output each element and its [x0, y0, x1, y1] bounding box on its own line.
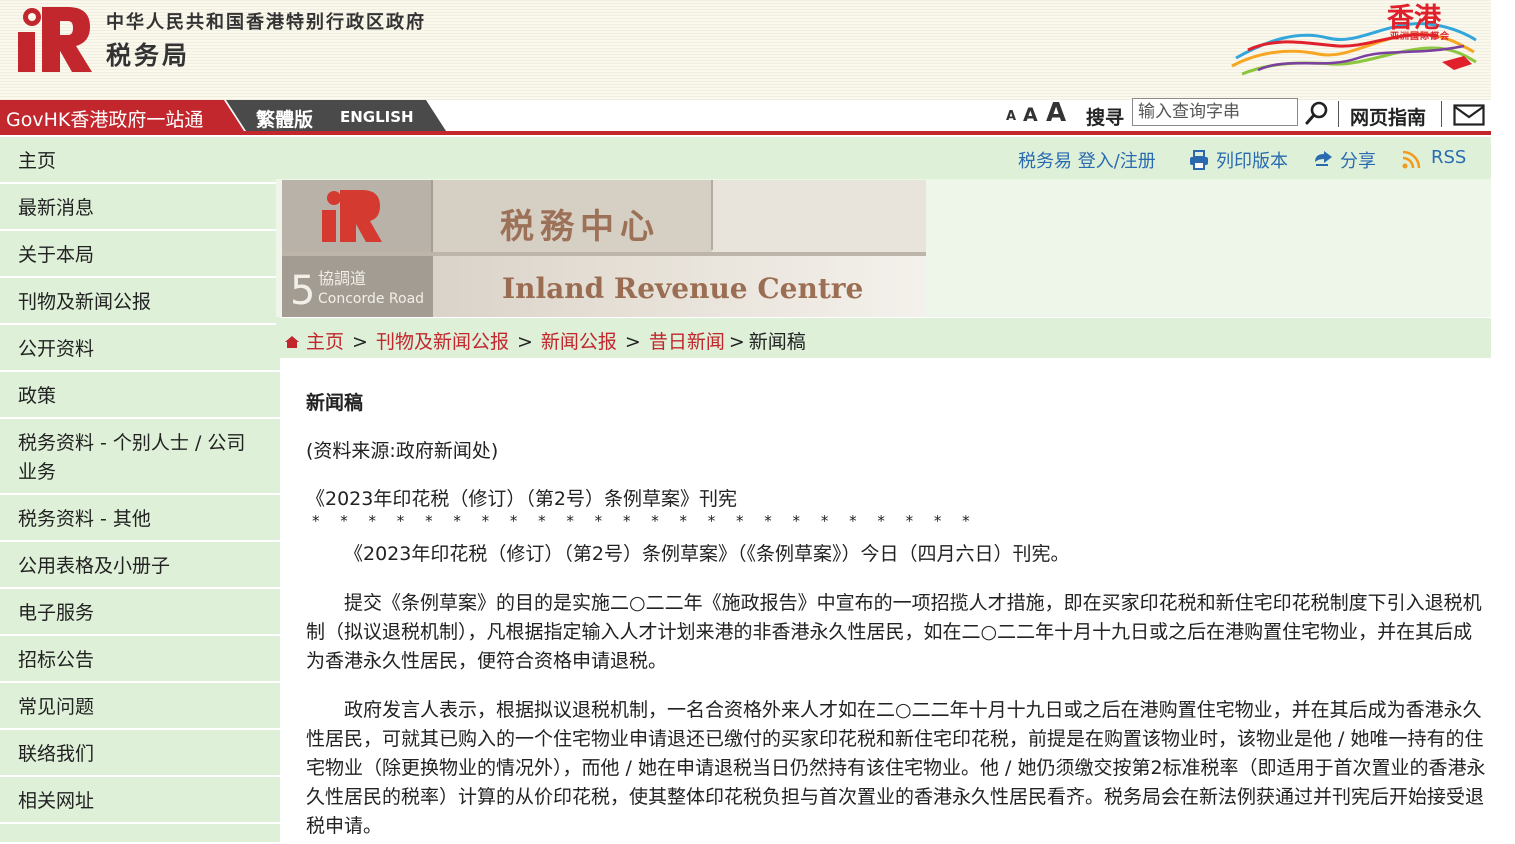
printer-icon[interactable]: [1188, 149, 1210, 171]
article-paragraph: 提交《条例草案》的目的是实施二○二二年《施政报告》中宣布的一项招揽人才措施，即在…: [306, 592, 1482, 672]
press-release-heading: 《2023年印花税（修订）（第2号）条例草案》刊宪: [306, 488, 737, 510]
ird-logo[interactable]: [18, 4, 92, 72]
sidebar-item-tax-info-individuals-business[interactable]: 税务资料 - 个别人士 / 公司业务: [0, 419, 280, 495]
sidebar-filler: [0, 824, 280, 844]
search-input[interactable]: [1132, 98, 1298, 126]
sidebar-item-home[interactable]: 主页: [0, 137, 280, 184]
share-link[interactable]: 分享: [1340, 147, 1376, 173]
mail-icon[interactable]: [1453, 104, 1485, 126]
breadcrumb-separator: >: [624, 331, 641, 353]
page-title: 新闻稿: [306, 392, 364, 414]
font-medium-button[interactable]: A: [1023, 104, 1038, 126]
breadcrumb: 主页 > 刊物及新闻公报 > 新闻公报 > 昔日新闻 > 新闻稿: [284, 327, 806, 354]
breadcrumb-past-news[interactable]: 昔日新闻: [649, 331, 725, 353]
sidebar-item-access-information[interactable]: 公开资料: [0, 325, 280, 372]
brand-subtitle: 亚洲国际都会: [1390, 32, 1451, 42]
english-link[interactable]: ENGLISH: [340, 108, 414, 126]
breadcrumb-home[interactable]: 主页: [306, 331, 344, 353]
search-label: 搜寻: [1086, 107, 1125, 129]
sidebar-item-faq[interactable]: 常见问题: [0, 683, 280, 730]
toolbar-separator: [1441, 101, 1442, 127]
sidebar-item-tender-notices[interactable]: 招标公告: [0, 636, 280, 683]
font-large-button[interactable]: A: [1046, 98, 1066, 128]
breadcrumb-press-releases[interactable]: 新闻公报: [541, 331, 617, 353]
article-paragraph: 《2023年印花税（修订）（第2号）条例草案》（《条例草案》）今日（四月六日）刊…: [344, 543, 1070, 565]
sidebar-item-tax-info-others[interactable]: 税务资料 - 其他: [0, 495, 280, 542]
sidebar-item-policy[interactable]: 政策: [0, 372, 280, 419]
sidebar-item-whats-new[interactable]: 最新消息: [0, 184, 280, 231]
source-note: (资料来源:政府新闻处): [306, 440, 499, 462]
breadcrumb-current: 新闻稿: [748, 331, 806, 353]
site-header: 中华人民共和国香港特别行政区政府 税务局 香港 亚洲国际都会: [0, 0, 1491, 100]
breadcrumb-separator: >: [352, 331, 368, 353]
breadcrumb-separator: >: [516, 331, 533, 353]
utility-bar: [276, 137, 1491, 179]
sidebar-item-forms-booklets[interactable]: 公用表格及小册子: [0, 542, 280, 589]
share-icon[interactable]: [1312, 149, 1334, 171]
sidebar-item-related-links[interactable]: 相关网址: [0, 777, 280, 824]
sidebar-item-publications[interactable]: 刊物及新闻公报: [0, 278, 280, 325]
building-sign-english: Inland Revenue Centre: [502, 272, 863, 305]
sidebar-item-e-services[interactable]: 电子服务: [0, 589, 280, 636]
etax-login-link[interactable]: 税务易 登入/注册: [1018, 147, 1156, 173]
rss-link[interactable]: RSS: [1431, 147, 1466, 168]
article-paragraph: 政府发言人表示，根据拟议退税机制，一名合资格外来人才如在二○二二年十月十九日或之…: [306, 699, 1486, 837]
search-icon[interactable]: [1304, 100, 1330, 126]
sidebar-item-about-us[interactable]: 关于本局: [0, 231, 280, 278]
toolbar-separator: [1338, 101, 1339, 127]
breadcrumb-separator: >: [728, 331, 745, 353]
asterisk-divider: * * * * * * * * * * * * * * * * * * * * …: [312, 512, 978, 530]
home-icon[interactable]: [284, 335, 300, 349]
department-name: 税务局: [106, 41, 191, 70]
rss-icon[interactable]: [1400, 149, 1422, 171]
government-name: 中华人民共和国香港特别行政区政府: [106, 12, 426, 33]
road-number: 5: [290, 268, 315, 314]
breadcrumb-publications[interactable]: 刊物及新闻公报: [376, 331, 509, 353]
traditional-chinese-link[interactable]: 繁體版: [256, 105, 313, 132]
sidebar-navigation: 主页 最新消息 关于本局 刊物及新闻公报 公开资料 政策 税务资料 - 个别人士…: [0, 137, 280, 844]
sidebar-item-contact-us[interactable]: 联络我们: [0, 730, 280, 777]
print-version-link[interactable]: 列印版本: [1216, 147, 1288, 173]
top-bar-divider: [0, 131, 1491, 135]
road-name-chinese: 協調道: [318, 269, 366, 288]
font-small-button[interactable]: A: [1006, 109, 1016, 124]
site-guide-link[interactable]: 网页指南: [1350, 103, 1426, 130]
banner-photo-inland-revenue-centre: 5 協調道 Concorde Road 税務中心 Inland Revenue …: [282, 180, 926, 317]
govhk-link[interactable]: GovHK香港政府一站通: [6, 105, 203, 132]
road-name-english: Concorde Road: [318, 291, 424, 307]
building-sign-chinese: 税務中心: [500, 207, 660, 247]
